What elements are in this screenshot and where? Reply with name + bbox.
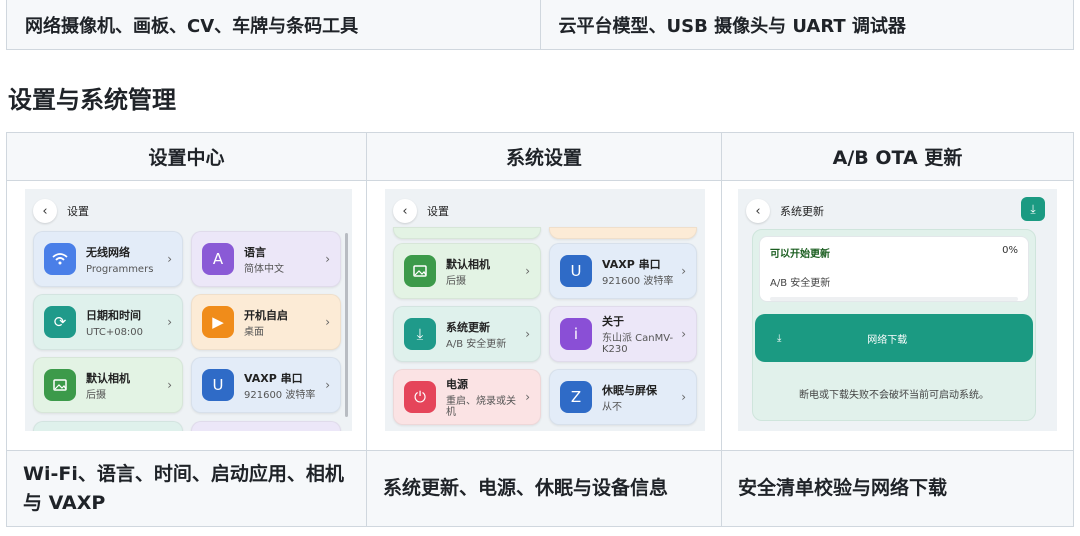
cell-settings-center-image: ‹ 设置 无线网络 Programmers › A 语言简体中文 › ⟳ 日期和时… (7, 181, 366, 451)
download-icon[interactable]: ⤓ (1021, 197, 1045, 221)
chevron-right-icon: › (167, 252, 172, 266)
section-title: 设置与系统管理 (8, 86, 176, 114)
card-sub: UTC+08:00 (86, 326, 144, 338)
card-title: 系统更新 (446, 320, 490, 334)
progress-bar (770, 297, 1018, 301)
chevron-right-icon: › (681, 264, 686, 278)
ota-note: 断电或下载失败不会破坏当前可启动系统。 (799, 390, 989, 401)
download-icon: ⤓ (404, 318, 436, 350)
desc-ota-update: 安全清单校验与网络下载 (721, 451, 1073, 526)
ota-screenshot: ‹ 系统更新 ⤓ 可以开始更新 0% A/B 安全更新 ⤓ 网络下载 断电或下载… (738, 189, 1057, 431)
sleep-icon: Z (560, 381, 592, 413)
screen-title: 设置 (427, 205, 449, 218)
card-default-camera[interactable]: 默认相机后摄 › (33, 357, 183, 413)
back-icon[interactable]: ‹ (746, 199, 770, 223)
card-title: 休眠与屏保 (602, 383, 657, 397)
card-default-camera[interactable]: 默认相机后摄 › (393, 243, 541, 299)
card-partial (393, 227, 541, 239)
card-power[interactable]: ⏻ 电源重启、烧录或关机 › (393, 369, 541, 425)
card-sub: 重启、烧录或关机 (446, 396, 516, 418)
chevron-right-icon: › (525, 390, 530, 404)
card-datetime[interactable]: ⟳ 日期和时间 UTC+08:00 › (33, 294, 183, 350)
chevron-right-icon: › (325, 378, 330, 392)
serial-icon: U (560, 255, 592, 287)
card-sub: 921600 波特率 (244, 389, 316, 401)
header-settings-center: 设置中心 (7, 133, 366, 181)
system-settings-screenshot: ‹ 设置 默认相机后摄 › U VAXP 串口 921600 波特率 › ⤓ 系统… (385, 189, 705, 431)
card-sub: Programmers (86, 263, 154, 275)
card-sub: 后摄 (446, 275, 466, 287)
ota-panel: 可以开始更新 0% A/B 安全更新 ⤓ 网络下载 断电或下载失败不会破坏当前可… (752, 229, 1036, 421)
chevron-right-icon: › (325, 315, 330, 329)
card-wifi[interactable]: 无线网络 Programmers › (33, 231, 183, 287)
card-title: 语言 (244, 245, 266, 259)
card-sub: 从不 (602, 401, 622, 413)
top-cell-right: 云平台模型、USB 摄像头与 UART 调试器 (539, 0, 1074, 49)
card-sub: 后摄 (86, 389, 106, 401)
card-partial (33, 421, 183, 431)
image-icon (404, 255, 436, 287)
image-icon (44, 369, 76, 401)
download-label: 网络下载 (867, 334, 908, 346)
card-title: VAXP 串口 (244, 371, 303, 385)
card-title: 无线网络 (86, 245, 130, 259)
card-title: VAXP 串口 (602, 257, 661, 271)
settings-table: 设置中心 系统设置 A/B OTA 更新 ‹ 设置 无线网络 Programmer… (6, 132, 1074, 527)
top-cell-left: 网络摄像机、画板、CV、车牌与条码工具 (25, 15, 359, 37)
card-sub: 东山派 CanMV-K230 (602, 333, 674, 355)
card-system-update[interactable]: ⤓ 系统更新 A/B 安全更新 › (393, 306, 541, 362)
card-title: 关于 (602, 315, 624, 328)
card-vaxp-serial[interactable]: U VAXP 串口 921600 波特率 › (191, 357, 341, 413)
info-icon: i (560, 318, 592, 350)
card-partial (191, 421, 341, 431)
screen-title: 设置 (67, 205, 89, 218)
chevron-right-icon: › (325, 252, 330, 266)
ota-status-title: 可以开始更新 (770, 249, 830, 260)
top-table-row: 网络摄像机、画板、CV、车牌与条码工具 云平台模型、USB 摄像头与 UART … (6, 0, 1074, 50)
desc-system-settings: 系统更新、电源、休眠与设备信息 (366, 451, 721, 526)
refresh-icon: ⟳ (44, 306, 76, 338)
chevron-right-icon: › (525, 327, 530, 341)
play-icon: ▶ (202, 306, 234, 338)
chevron-right-icon: › (681, 390, 686, 404)
header-system-settings: 系统设置 (366, 133, 721, 181)
scrollbar[interactable] (345, 233, 348, 417)
chevron-right-icon: › (681, 327, 686, 341)
cell-system-settings-image: ‹ 设置 默认相机后摄 › U VAXP 串口 921600 波特率 › ⤓ 系统… (366, 181, 721, 451)
power-icon: ⏻ (404, 381, 436, 413)
settings-center-screenshot: ‹ 设置 无线网络 Programmers › A 语言简体中文 › ⟳ 日期和时… (25, 189, 352, 431)
card-sleep[interactable]: Z 休眠与屏保从不 › (549, 369, 697, 425)
network-download-button[interactable]: ⤓ 网络下载 (755, 314, 1033, 362)
language-icon: A (202, 243, 234, 275)
card-sub: 921600 波特率 (602, 275, 674, 287)
ota-mode: A/B 安全更新 (770, 278, 831, 289)
card-sub: A/B 安全更新 (446, 338, 507, 350)
card-title: 电源 (446, 378, 468, 391)
screen-title: 系统更新 (780, 205, 824, 218)
card-title: 日期和时间 (86, 308, 141, 322)
serial-icon: U (202, 369, 234, 401)
desc-settings-center: Wi-Fi、语言、时间、启动应用、相机与 VAXP (7, 451, 366, 526)
chevron-right-icon: › (525, 264, 530, 278)
chevron-right-icon: › (167, 315, 172, 329)
wifi-icon (44, 243, 76, 275)
cell-ota-image: ‹ 系统更新 ⤓ 可以开始更新 0% A/B 安全更新 ⤓ 网络下载 断电或下载… (721, 181, 1073, 451)
ota-percent: 0% (1002, 245, 1018, 256)
ota-status-box: 可以开始更新 0% A/B 安全更新 (759, 236, 1029, 302)
card-sub: 简体中文 (244, 263, 284, 275)
card-language[interactable]: A 语言简体中文 › (191, 231, 341, 287)
card-title: 默认相机 (86, 371, 130, 385)
card-autostart[interactable]: ▶ 开机自启桌面 › (191, 294, 341, 350)
header-ota-update: A/B OTA 更新 (721, 133, 1073, 181)
back-icon[interactable]: ‹ (33, 199, 57, 223)
chevron-right-icon: › (167, 378, 172, 392)
card-sub: 桌面 (244, 326, 264, 338)
card-vaxp-serial[interactable]: U VAXP 串口 921600 波特率 › (549, 243, 697, 299)
card-title: 默认相机 (446, 257, 490, 271)
card-about[interactable]: i 关于东山派 CanMV-K230 › (549, 306, 697, 362)
card-title: 开机自启 (244, 308, 288, 322)
back-icon[interactable]: ‹ (393, 199, 417, 223)
card-partial (549, 227, 697, 239)
